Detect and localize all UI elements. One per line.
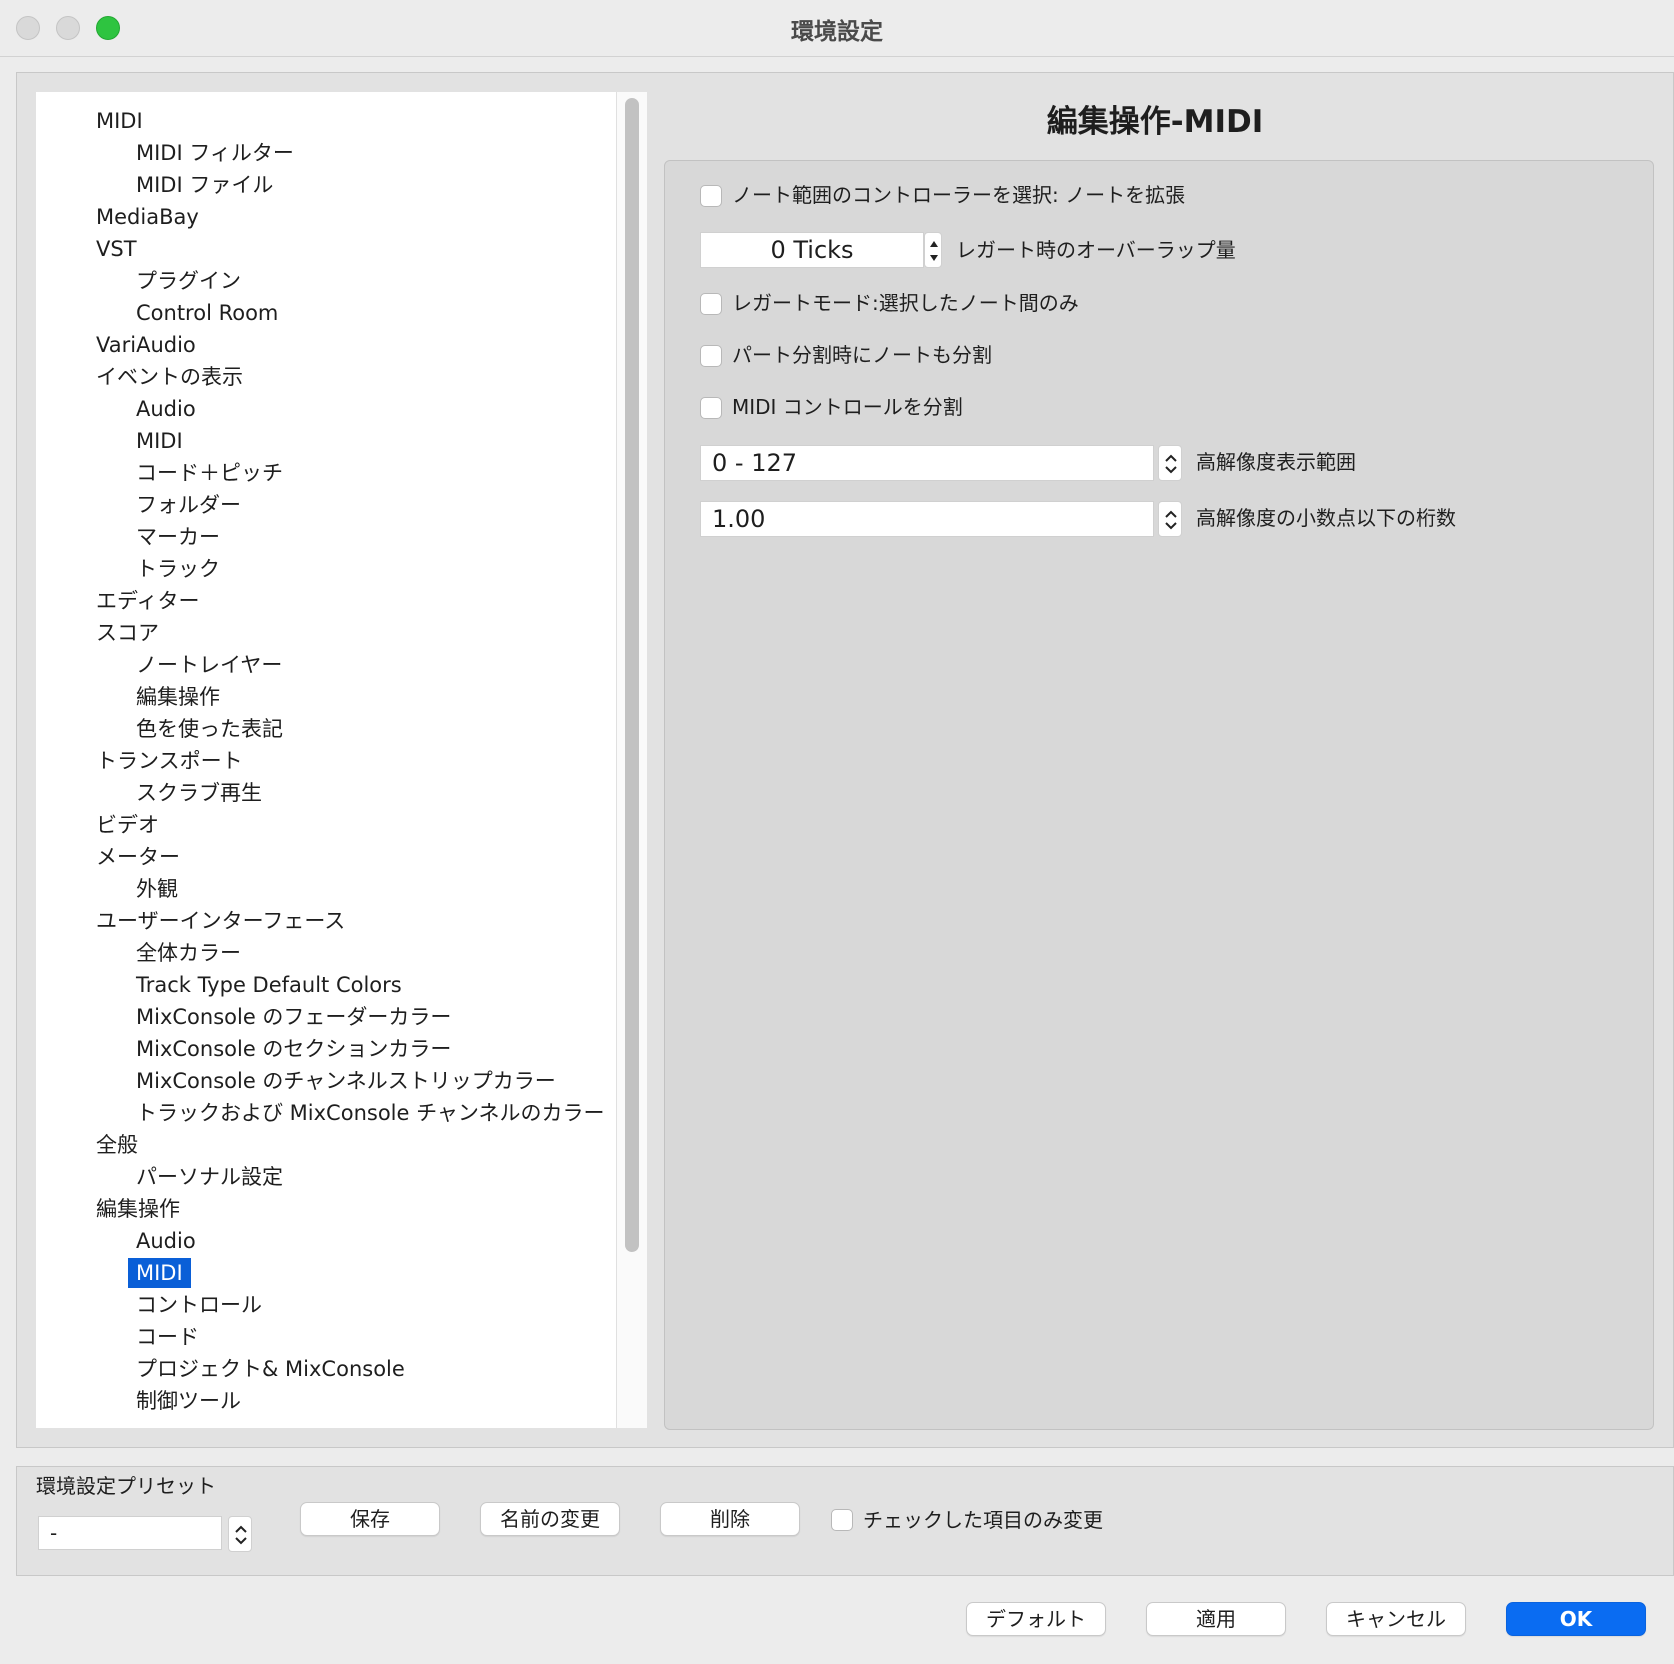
- window-title: 環境設定: [791, 19, 883, 45]
- tree-item[interactable]: パーソナル設定: [136, 1162, 283, 1192]
- title-bar: 環境設定: [0, 0, 1674, 57]
- tree-item[interactable]: 編集操作: [96, 1194, 180, 1224]
- preset-stepper[interactable]: [228, 1516, 252, 1552]
- tree-item[interactable]: Audio: [136, 394, 196, 424]
- tree-scrollbar-thumb[interactable]: [625, 98, 639, 1252]
- tree-item[interactable]: プラグイン: [136, 266, 241, 296]
- tree-item[interactable]: MixConsole のフェーダーカラー: [136, 1002, 451, 1032]
- tree-item[interactable]: 全体カラー: [136, 938, 241, 968]
- ok-button[interactable]: OK: [1506, 1602, 1646, 1636]
- legato-mode-label: レガートモード:選択したノート間のみ: [732, 291, 1079, 315]
- tree-item[interactable]: イベントの表示: [96, 362, 243, 392]
- default-button[interactable]: デフォルト: [966, 1602, 1106, 1636]
- tree-item[interactable]: MIDI ファイル: [136, 170, 273, 200]
- tree-item[interactable]: MixConsole のチャンネルストリップカラー: [136, 1066, 556, 1096]
- category-tree[interactable]: MIDI MIDI フィルター MIDI ファイル MediaBay VST プラグイン C…: [36, 92, 616, 1428]
- checked-only-checkbox[interactable]: [831, 1509, 853, 1531]
- tree-item[interactable]: VST: [96, 234, 137, 264]
- tree-item[interactable]: Control Room: [136, 298, 278, 328]
- tree-item[interactable]: 編集操作: [136, 682, 220, 712]
- select-controllers-checkbox[interactable]: [700, 185, 722, 207]
- apply-button[interactable]: 適用: [1146, 1602, 1286, 1636]
- hires-decimals-field[interactable]: 1.00: [700, 501, 1154, 537]
- tree-item[interactable]: MediaBay: [96, 202, 199, 232]
- split-notes-label: パート分割時にノートも分割: [732, 343, 992, 367]
- tree-item[interactable]: Track Type Default Colors: [136, 970, 402, 1000]
- tree-item[interactable]: コード＋ピッチ: [136, 458, 283, 488]
- tree-item[interactable]: マーカー: [136, 522, 220, 552]
- select-controllers-label: ノート範囲のコントローラーを選択: ノートを拡張: [732, 183, 1186, 207]
- hires-range-label: 高解像度表示範囲: [1196, 450, 1356, 474]
- preset-select-field[interactable]: -: [38, 1516, 222, 1550]
- tree-item[interactable]: MIDI フィルター: [136, 138, 294, 168]
- tree-item[interactable]: プロジェクト& MixConsole: [136, 1354, 405, 1384]
- cancel-button[interactable]: キャンセル: [1326, 1602, 1466, 1636]
- preset-label: 環境設定プリセット: [36, 1474, 216, 1498]
- tree-item[interactable]: MixConsole のセクションカラー: [136, 1034, 451, 1064]
- tree-item[interactable]: トラック: [136, 554, 220, 584]
- tree-item[interactable]: コントロール: [136, 1290, 262, 1320]
- tree-item[interactable]: ノートレイヤー: [136, 650, 282, 680]
- tree-item[interactable]: コード: [136, 1322, 199, 1352]
- split-midi-controls-checkbox[interactable]: [700, 397, 722, 419]
- split-midi-controls-label: MIDI コントロールを分割: [732, 395, 963, 419]
- tree-item[interactable]: 外観: [136, 874, 178, 904]
- hires-decimals-label: 高解像度の小数点以下の桁数: [1196, 506, 1456, 530]
- tree-item[interactable]: フォルダー: [136, 490, 241, 520]
- chevron-up-down-icon: [1165, 510, 1177, 530]
- tree-item[interactable]: メーター: [96, 842, 180, 872]
- split-notes-checkbox[interactable]: [700, 345, 722, 367]
- tree-item[interactable]: 全般: [96, 1130, 138, 1160]
- tree-item[interactable]: 制御ツール: [136, 1386, 241, 1416]
- panel-title: 編集操作-MIDI: [1046, 104, 1264, 140]
- hires-decimals-stepper[interactable]: [1158, 501, 1182, 537]
- tree-item[interactable]: トラックおよび MixConsole チャンネルのカラー: [136, 1098, 604, 1128]
- legato-mode-checkbox[interactable]: [700, 293, 722, 315]
- tree-item[interactable]: トランスポート: [96, 746, 243, 776]
- tree-item[interactable]: VariAudio: [96, 330, 196, 360]
- tree-item-selected[interactable]: MIDI: [128, 1258, 191, 1288]
- preset-delete-button[interactable]: 削除: [660, 1502, 800, 1536]
- tree-item[interactable]: 色を使った表記: [136, 714, 283, 744]
- tree-item[interactable]: ユーザーインターフェース: [96, 906, 345, 936]
- stepper-arrows-icon: [930, 241, 938, 261]
- legato-overlap-stepper[interactable]: [924, 232, 942, 268]
- tree-item[interactable]: MIDI: [136, 426, 183, 456]
- legato-overlap-label: レガート時のオーバーラップ量: [956, 238, 1236, 262]
- tree-item[interactable]: エディター: [96, 586, 200, 616]
- hires-range-field[interactable]: 0 - 127: [700, 445, 1154, 481]
- legato-overlap-field[interactable]: 0 Ticks: [700, 232, 924, 268]
- chevron-up-down-icon: [1165, 454, 1177, 474]
- preset-rename-button[interactable]: 名前の変更: [480, 1502, 620, 1536]
- tree-item[interactable]: ビデオ: [96, 810, 159, 840]
- chevron-up-down-icon: [235, 1525, 247, 1545]
- tree-item[interactable]: スクラブ再生: [136, 778, 262, 808]
- tree-item[interactable]: スコア: [96, 618, 159, 648]
- tree-scrollbar[interactable]: [616, 92, 647, 1428]
- tree-item[interactable]: Audio: [136, 1226, 196, 1256]
- preset-save-button[interactable]: 保存: [300, 1502, 440, 1536]
- checked-only-label: チェックした項目のみ変更: [863, 1508, 1103, 1532]
- hires-range-stepper[interactable]: [1158, 445, 1182, 481]
- tree-item[interactable]: MIDI: [96, 106, 143, 136]
